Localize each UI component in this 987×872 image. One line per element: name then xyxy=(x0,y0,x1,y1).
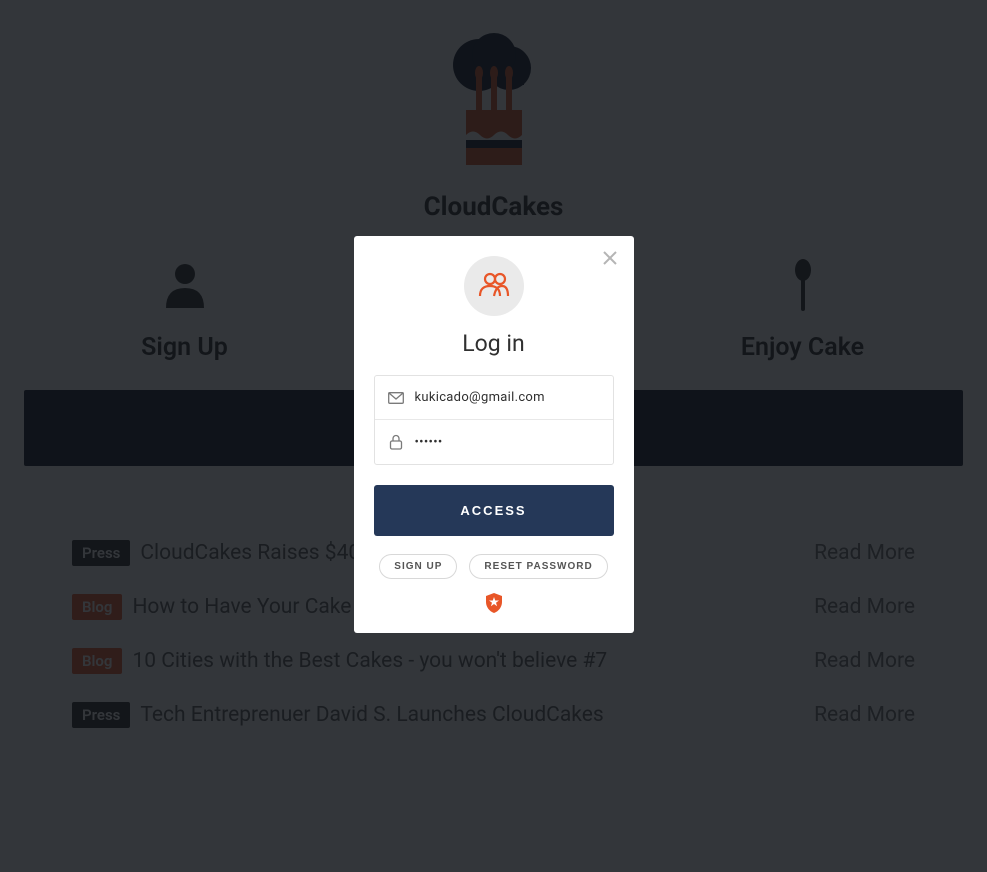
modal-overlay[interactable]: Log in xyxy=(0,0,987,872)
password-field-row xyxy=(375,419,613,464)
secondary-actions: SIGN UP RESET PASSWORD xyxy=(379,554,607,579)
users-icon xyxy=(478,271,510,301)
email-field-row xyxy=(375,376,613,419)
field-group xyxy=(374,375,614,465)
mail-icon xyxy=(387,392,405,404)
close-icon[interactable] xyxy=(602,250,618,270)
signup-button[interactable]: SIGN UP xyxy=(379,554,457,579)
modal-title: Log in xyxy=(462,330,524,357)
shield-icon xyxy=(485,593,503,617)
avatar-circle xyxy=(464,256,524,316)
lock-icon xyxy=(387,434,405,450)
reset-password-button[interactable]: RESET PASSWORD xyxy=(469,554,607,579)
login-modal: Log in xyxy=(354,236,634,633)
access-button[interactable]: ACCESS xyxy=(374,485,614,536)
email-input[interactable] xyxy=(415,390,601,405)
password-input[interactable] xyxy=(415,435,601,450)
